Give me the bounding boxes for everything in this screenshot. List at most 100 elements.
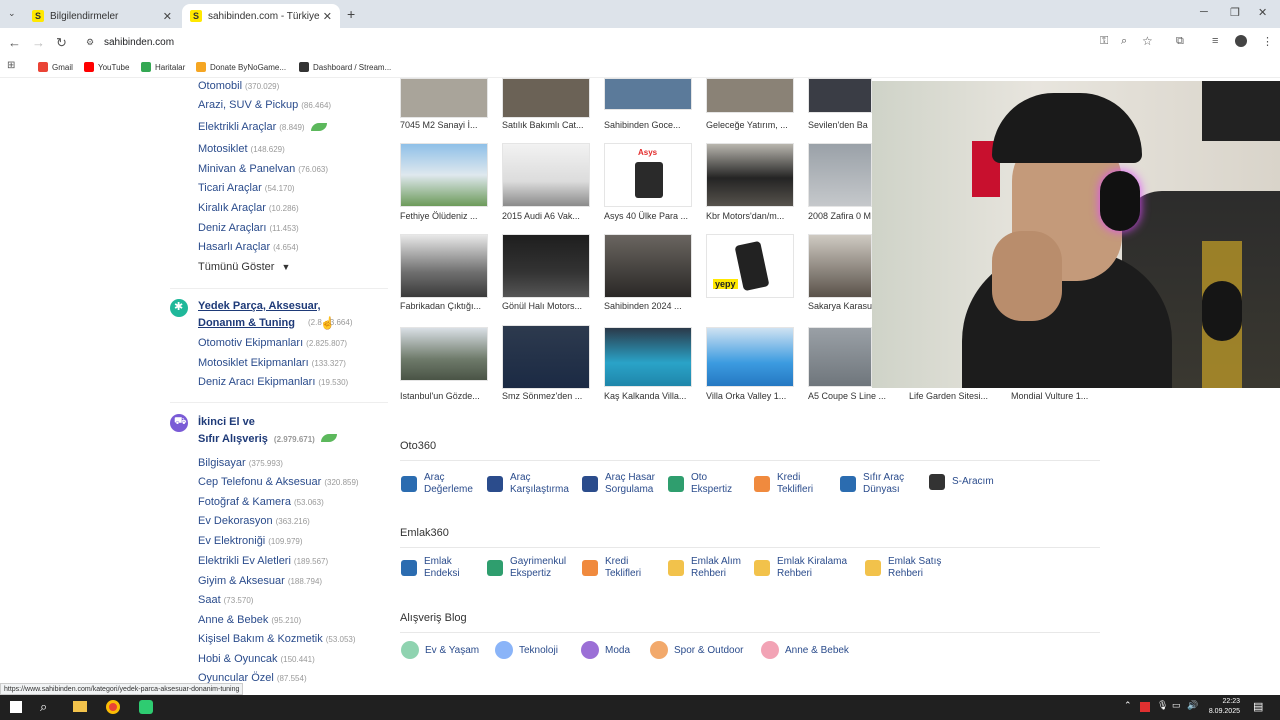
show-all-button[interactable]: Tümünü Göster ▼ xyxy=(198,261,290,273)
emlak360-item[interactable]: Emlak Kiralama Rehberi xyxy=(754,556,847,580)
listing-caption[interactable]: Satılık Bakımlı Cat... xyxy=(502,120,598,130)
listing-caption[interactable]: Kbr Motors'dan/m... xyxy=(706,211,802,221)
bookmark-gmail[interactable]: Gmail xyxy=(38,62,73,72)
reload-icon[interactable]: ↻ xyxy=(56,35,67,51)
bookmark-youtube[interactable]: YouTube xyxy=(84,62,129,72)
listing-thumbnail[interactable] xyxy=(604,234,692,298)
listing-caption[interactable]: Gönül Halı Motors... xyxy=(502,301,598,311)
file-explorer-icon[interactable] xyxy=(73,701,87,712)
blog-item[interactable]: Ev & Yaşam xyxy=(401,641,479,659)
microphone-icon[interactable]: 🎙 xyxy=(1157,700,1168,711)
app-icon[interactable] xyxy=(139,700,153,714)
listing-caption[interactable]: Sahibinden 2024 ... xyxy=(604,301,700,311)
category-link[interactable]: Ticari Araçlar (54.170) xyxy=(198,182,295,194)
listing-thumbnail[interactable] xyxy=(502,143,590,207)
parts-section-title[interactable]: Yedek Parça, Aksesuar, xyxy=(198,300,321,312)
category-link[interactable]: Giyim & Aksesuar (188.794) xyxy=(198,575,322,587)
category-link[interactable]: Motosiklet (148.629) xyxy=(198,143,285,155)
address-bar[interactable]: ⚙ sahibinden.com xyxy=(82,32,1082,52)
listing-thumbnail[interactable] xyxy=(400,234,488,298)
listing-thumbnail[interactable] xyxy=(604,327,692,387)
listing-thumbnail[interactable] xyxy=(400,78,488,118)
category-link[interactable]: Kiralık Araçlar (10.286) xyxy=(198,202,299,214)
profile-avatar[interactable] xyxy=(1235,35,1247,47)
listing-thumbnail[interactable] xyxy=(808,143,872,207)
listing-thumbnail[interactable]: yepy xyxy=(706,234,794,298)
listing-thumbnail[interactable] xyxy=(808,234,872,298)
listing-caption[interactable]: Istanbul'un Gözde... xyxy=(400,391,496,401)
oto360-item[interactable]: Araç Karşılaştırma xyxy=(487,472,569,496)
blog-item[interactable]: Anne & Bebek xyxy=(761,641,849,659)
oto360-item[interactable]: S-Aracım xyxy=(929,474,994,490)
bookmark-star-icon[interactable]: ☆ xyxy=(1142,34,1153,48)
volume-icon[interactable]: 🔊 xyxy=(1187,700,1198,711)
listing-caption[interactable]: 2015 Audi A6 Vak... xyxy=(502,211,598,221)
close-window-icon[interactable]: ✕ xyxy=(1258,6,1267,19)
apps-grid-icon[interactable]: ⊞ xyxy=(7,60,15,71)
listing-caption[interactable]: Mondial Vulture 1... xyxy=(1011,391,1107,401)
category-link[interactable]: Ev Elektroniği (109.979) xyxy=(198,535,303,547)
oto360-item[interactable]: Araç Hasar Sorgulama xyxy=(582,472,655,496)
emlak360-item[interactable]: Emlak Endeksi xyxy=(401,556,460,580)
category-link[interactable]: Otomobil (370.029) xyxy=(198,80,279,92)
blog-item[interactable]: Teknoloji xyxy=(495,641,558,659)
network-icon[interactable]: ▭ xyxy=(1172,700,1181,711)
category-link[interactable]: Hasarlı Araçlar (4.654) xyxy=(198,241,299,253)
listing-caption[interactable]: Kaş Kalkanda Villa... xyxy=(604,391,700,401)
search-icon[interactable]: ⌕ xyxy=(40,699,47,715)
extensions-icon[interactable]: ⧉ xyxy=(1176,35,1184,48)
listing-caption[interactable]: A5 Coupe S Line ... xyxy=(808,391,904,401)
listing-caption[interactable]: Sakarya Karasu xyxy=(808,301,872,311)
tab-bilgilendirmeler[interactable]: S Bilgilendirmeler ✕ xyxy=(24,4,180,28)
category-link[interactable]: Minivan & Panelvan (76.063) xyxy=(198,163,328,175)
category-link[interactable]: Anne & Bebek (95.210) xyxy=(198,614,301,626)
emlak360-item[interactable]: Emlak Alım Rehberi xyxy=(668,556,741,580)
shopping-section-title[interactable]: Sıfır Alışveriş (2.979.671) xyxy=(198,433,337,445)
listing-thumbnail[interactable] xyxy=(400,143,488,207)
chrome-icon[interactable] xyxy=(106,700,120,714)
oto360-item[interactable]: Sıfır Araç Dünyası xyxy=(840,472,904,496)
shopping-section-title[interactable]: İkinci El ve xyxy=(198,416,255,428)
listing-thumbnail[interactable] xyxy=(502,78,590,118)
listing-caption[interactable]: Villa Orka Valley 1... xyxy=(706,391,802,401)
listing-thumbnail[interactable] xyxy=(502,234,590,298)
tray-app-icon[interactable] xyxy=(1140,702,1150,712)
category-link[interactable]: Deniz Araçları (11.453) xyxy=(198,222,299,234)
listing-thumbnail[interactable] xyxy=(706,78,794,113)
category-link[interactable]: Saat (73.570) xyxy=(198,594,253,606)
blog-item[interactable]: Spor & Outdoor xyxy=(650,641,743,659)
category-link[interactable]: Kişisel Bakım & Kozmetik (53.053) xyxy=(198,633,356,645)
listing-caption[interactable]: 2008 Zafira 0 M xyxy=(808,211,872,221)
listing-caption[interactable]: Sahibinden Goce... xyxy=(604,120,700,130)
zoom-icon[interactable]: ⌕ xyxy=(1121,35,1127,48)
password-key-icon[interactable]: ⚿ xyxy=(1100,35,1108,48)
listing-caption[interactable]: Sevilen'den Ba xyxy=(808,120,872,130)
close-tab-icon[interactable]: ✕ xyxy=(163,10,172,23)
site-info-icon[interactable]: ⚙ xyxy=(86,37,94,48)
media-icon[interactable]: ≡ xyxy=(1212,35,1218,47)
category-link[interactable]: Ev Dekorasyon (363.216) xyxy=(198,515,310,527)
category-link[interactable]: Arazi, SUV & Pickup (86.464) xyxy=(198,99,331,111)
category-link[interactable]: Elektrikli Araçlar (8.849) xyxy=(198,121,327,133)
listing-caption[interactable]: Fabrikadan Çıktığı... xyxy=(400,301,496,311)
category-link[interactable]: Otomotiv Ekipmanları (2.825.807) xyxy=(198,337,347,349)
blog-item[interactable]: Moda xyxy=(581,641,630,659)
back-icon[interactable]: ← xyxy=(8,35,21,50)
listing-thumbnail[interactable] xyxy=(706,327,794,387)
category-link[interactable]: Elektrikli Ev Aletleri (189.567) xyxy=(198,555,328,567)
tray-chevron-icon[interactable]: ⌃ xyxy=(1124,700,1132,711)
oto360-item[interactable]: Araç Değerleme xyxy=(401,472,473,496)
bookmark-maps[interactable]: Haritalar xyxy=(141,62,185,72)
listing-thumbnail[interactable] xyxy=(400,327,488,381)
category-link[interactable]: Motosiklet Ekipmanları (133.327) xyxy=(198,357,346,369)
listing-thumbnail[interactable] xyxy=(502,325,590,389)
category-link[interactable]: Deniz Aracı Ekipmanları (19.530) xyxy=(198,376,348,388)
taskbar-clock[interactable]: 22:23 8.09.2025 xyxy=(1209,697,1240,717)
tab-search-icon[interactable]: ⌄ xyxy=(8,8,16,19)
browser-menu-icon[interactable]: ⋮ xyxy=(1262,35,1273,48)
oto360-item[interactable]: Oto Ekspertiz xyxy=(668,472,732,496)
listing-thumbnail[interactable]: Asys xyxy=(604,143,692,207)
new-tab-button[interactable]: + xyxy=(347,6,355,22)
listing-caption[interactable]: 7045 M2 Sanayi İ... xyxy=(400,120,496,130)
listing-caption[interactable]: Fethiye Ölüdeniz ... xyxy=(400,211,496,221)
